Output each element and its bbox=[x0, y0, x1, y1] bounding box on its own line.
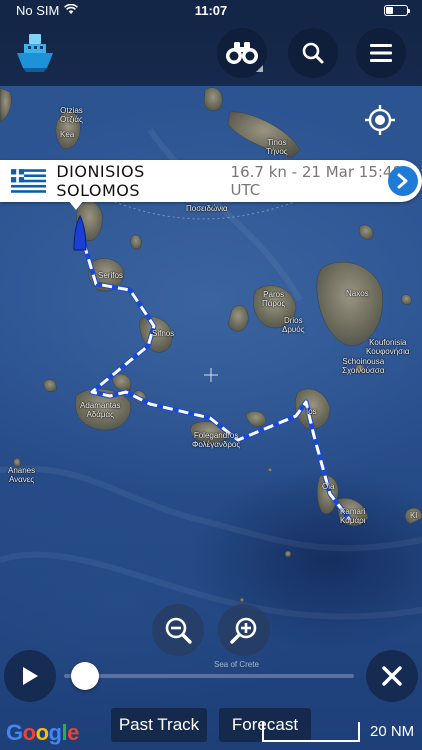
label-adamantas: Adamantas Αδάμας bbox=[80, 401, 121, 419]
zoom-in-icon bbox=[230, 617, 257, 644]
label-koufonisia: Koufonisia Κουφονήσια bbox=[366, 338, 410, 356]
play-icon bbox=[23, 667, 38, 685]
search-icon bbox=[302, 42, 324, 64]
greece-flag-icon bbox=[11, 169, 47, 193]
timeline-track[interactable] bbox=[64, 674, 354, 678]
zoom-in-button[interactable] bbox=[218, 604, 270, 656]
label-serifos: Serifos bbox=[98, 271, 123, 280]
close-icon bbox=[382, 666, 402, 686]
label-poseidonia: Ποσειδώνια bbox=[186, 204, 228, 213]
play-button[interactable] bbox=[4, 650, 56, 702]
label-kea: Kea bbox=[60, 130, 75, 139]
map-view[interactable]: Otzias Οτζιάς Kea Tinos Τήνος Ποσειδώνια… bbox=[0, 0, 422, 750]
battery-icon bbox=[384, 5, 410, 16]
search-button[interactable] bbox=[288, 28, 338, 78]
zoom-out-button[interactable] bbox=[152, 604, 204, 656]
vessel-name: DIONISIOS SOLOMOS bbox=[56, 162, 145, 200]
top-nav bbox=[0, 20, 422, 86]
label-otzias: Otzias Οτζιάς bbox=[60, 106, 83, 124]
scale-label: 20 NM bbox=[370, 723, 415, 740]
label-sea-of-crete: Sea of Crete bbox=[214, 660, 259, 669]
hamburger-menu-icon bbox=[370, 44, 392, 62]
menu-button[interactable] bbox=[356, 28, 406, 78]
locate-icon[interactable] bbox=[364, 104, 396, 136]
status-bar: No SIM 11:07 bbox=[0, 0, 422, 20]
label-tinos: Tinos Τήνος bbox=[266, 138, 288, 156]
label-ananes: Ananes Ανανες bbox=[8, 466, 36, 484]
label-schoinousa: Schoinousa Σχοινούσσα bbox=[342, 357, 385, 375]
clock: 11:07 bbox=[194, 3, 228, 18]
label-folegandros: Folegandros Φολέγανδρος bbox=[192, 431, 241, 449]
label-naxos: Naxos bbox=[346, 289, 369, 298]
zoom-out-icon bbox=[165, 617, 192, 644]
chevron-right-icon bbox=[397, 173, 408, 189]
past-track-tab[interactable]: Past Track bbox=[111, 708, 207, 742]
binoculars-button[interactable] bbox=[217, 28, 267, 78]
label-kamari: Kamari Καμάρι bbox=[340, 507, 366, 525]
scale-bar bbox=[262, 722, 360, 742]
label-ios: Ios bbox=[306, 407, 317, 416]
close-track-button[interactable] bbox=[366, 650, 418, 702]
google-logo: Google bbox=[6, 720, 79, 745]
label-sifnos: Sifnos bbox=[152, 329, 175, 338]
binoculars-icon bbox=[226, 42, 258, 64]
dropdown-corner-icon bbox=[256, 65, 263, 72]
vessel-popup[interactable]: DIONISIOS SOLOMOS 16.7 kn - 21 Mar 15:48… bbox=[0, 160, 422, 210]
label-drios: Drios Δρυός bbox=[282, 316, 305, 334]
label-oia: Oia bbox=[322, 482, 335, 491]
ship-logo-icon[interactable] bbox=[14, 32, 56, 74]
label-right-edge: Kl bbox=[410, 511, 418, 520]
vessel-details-button[interactable] bbox=[388, 166, 418, 196]
label-paros: Paros Πάρος bbox=[262, 290, 286, 308]
